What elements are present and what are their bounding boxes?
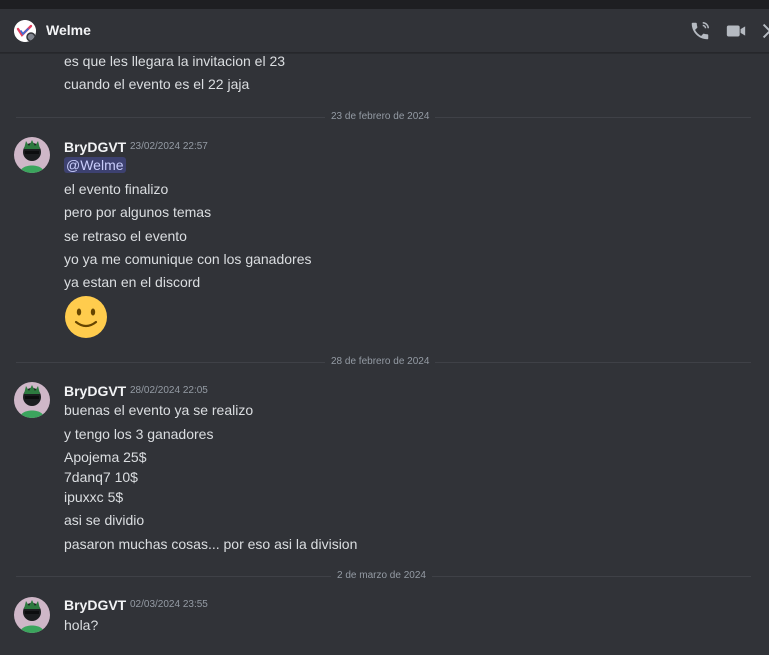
message-line: es que les llegara la invitacion el 23	[64, 53, 286, 69]
message-line: ya estan en el discord	[64, 274, 201, 290]
message-line: pasaron muchas cosas... por eso asi la d…	[64, 536, 358, 552]
message-line: y tengo los 3 ganadores	[64, 426, 214, 442]
author-name[interactable]: BryDGVT	[64, 139, 126, 155]
message-line: pero por algunos temas	[64, 204, 212, 220]
avatar[interactable]	[14, 137, 50, 173]
author-name[interactable]: BryDGVT	[64, 597, 126, 613]
mention[interactable]: @Welme	[64, 157, 126, 173]
timestamp: 23/02/2024 22:57	[130, 141, 208, 152]
smiley-emoji-icon	[64, 295, 108, 339]
message-line: 7danq7 10$	[64, 469, 138, 485]
logo-icon	[14, 20, 36, 42]
date-divider-label: 23 de febrero de 2024	[325, 111, 436, 122]
dm-avatar[interactable]	[14, 20, 36, 42]
video-call-icon[interactable]	[725, 20, 747, 42]
timestamp: 28/02/2024 22:05	[130, 385, 208, 396]
message-line: asi se dividio	[64, 512, 145, 528]
timestamp: 02/03/2024 23:55	[130, 599, 208, 610]
channel-header: Welme	[0, 9, 769, 53]
window-top-strip	[0, 0, 769, 9]
message-line: buenas el evento ya se realizo	[64, 402, 254, 418]
pin-icon[interactable]	[759, 20, 769, 42]
avatar[interactable]	[14, 597, 50, 633]
avatar[interactable]	[14, 382, 50, 418]
date-divider-label: 2 de marzo de 2024	[331, 570, 432, 581]
message-line: hola?	[64, 617, 99, 633]
message-line: Apojema 25$	[64, 449, 147, 465]
message-line: el evento finalizo	[64, 181, 169, 197]
message-line: yo ya me comunique con los ganadores	[64, 251, 312, 267]
message-list[interactable]: es que les llegara la invitacion el 23 c…	[0, 53, 769, 655]
voice-call-icon[interactable]	[689, 20, 711, 42]
dm-title: Welme	[46, 22, 91, 38]
message-line: cuando el evento es el 22 jaja	[64, 76, 250, 92]
message-line: se retraso el evento	[64, 228, 187, 244]
message-line: ipuxxc 5$	[64, 489, 124, 505]
date-divider-label: 28 de febrero de 2024	[325, 356, 436, 367]
author-name[interactable]: BryDGVT	[64, 383, 126, 399]
